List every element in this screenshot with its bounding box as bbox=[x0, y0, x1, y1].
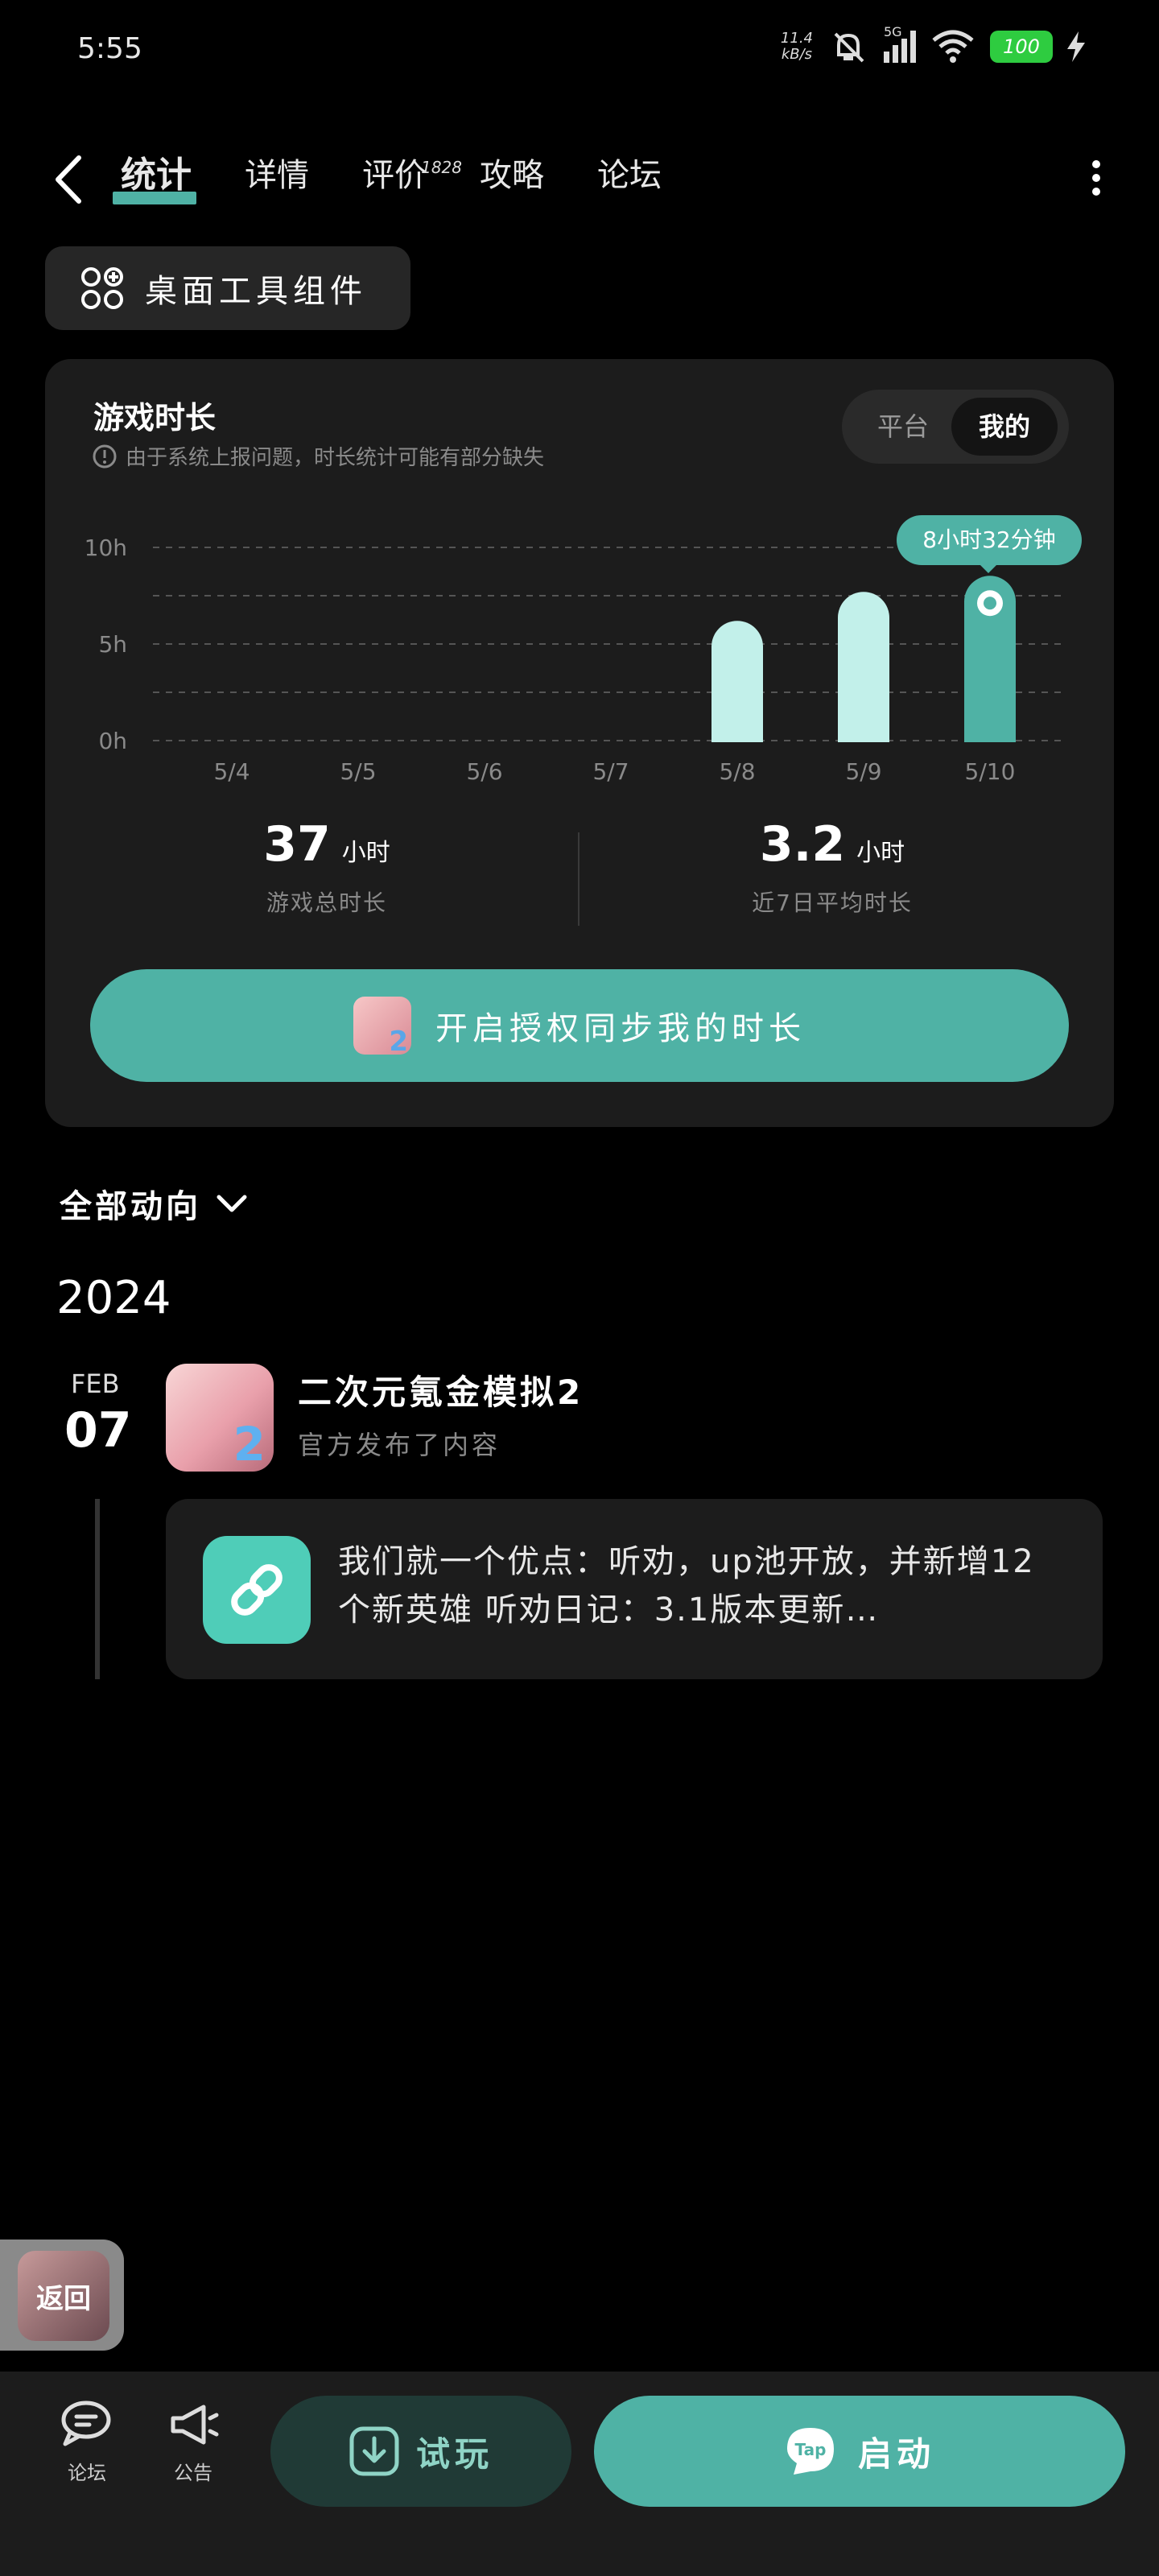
game-app-icon[interactable]: 2 bbox=[166, 1364, 274, 1472]
total-value: 37 bbox=[263, 816, 331, 873]
tap-logo-text: Tap bbox=[795, 2440, 827, 2459]
info-icon bbox=[93, 444, 117, 468]
floating-return-button[interactable]: 返回 bbox=[0, 2240, 124, 2351]
launch-button[interactable]: Tap 启动 bbox=[594, 2396, 1125, 2507]
playtime-title: 游戏时长 bbox=[93, 400, 217, 436]
toggle-platform[interactable]: 平台 bbox=[855, 398, 951, 456]
y-tick-label: 5h bbox=[98, 631, 127, 658]
x-tick-label: 5/4 bbox=[213, 758, 250, 785]
activity-filter-dropdown[interactable]: 全部动向 bbox=[60, 1180, 248, 1227]
link-thumbnail bbox=[203, 1536, 311, 1644]
x-tick-label: 5/7 bbox=[592, 758, 629, 785]
filter-label: 全部动向 bbox=[60, 1188, 201, 1225]
tab-stats[interactable]: 统计 bbox=[113, 151, 196, 204]
widget-grid-icon bbox=[81, 267, 123, 309]
desktop-widget-button[interactable]: 桌面工具组件 bbox=[45, 246, 410, 330]
battery-indicator: 100 bbox=[990, 31, 1053, 63]
tab-label: 攻略 bbox=[480, 157, 544, 194]
post-text: 我们就一个优点：听劝，up池开放，并新增12个新英雄 听劝日记：3.1版本更新… bbox=[338, 1543, 1035, 1629]
sync-button-label: 开启授权同步我的时长 bbox=[435, 1010, 806, 1047]
back-arrow-icon[interactable] bbox=[48, 151, 89, 208]
try-button-label: 试玩 bbox=[415, 2434, 493, 2474]
tab-label: 论坛 bbox=[597, 157, 662, 194]
net-speed-value: 11.4 bbox=[780, 30, 813, 47]
mute-bell-icon bbox=[834, 32, 864, 63]
tab-reviews[interactable]: 评价 1828 bbox=[362, 151, 462, 200]
widget-button-label: 桌面工具组件 bbox=[145, 273, 367, 310]
chart-tooltip: 8小时32分钟 bbox=[897, 515, 1082, 565]
chart-bar-base bbox=[711, 715, 763, 742]
forum-shortcut[interactable]: 论坛 bbox=[47, 2399, 127, 2485]
game-name[interactable]: 二次元氪金模拟2 bbox=[298, 1365, 584, 1414]
network-type: 5G bbox=[884, 24, 902, 39]
selected-marker-center bbox=[984, 597, 996, 610]
tab-label: 统计 bbox=[121, 155, 192, 196]
return-label: 返回 bbox=[36, 2282, 91, 2315]
try-play-button[interactable]: 试玩 bbox=[270, 2396, 571, 2507]
y-tick-label: 0h bbox=[98, 728, 127, 754]
stat-divider bbox=[578, 832, 580, 926]
top-tabs: 统计 详情 评价 1828 攻略 论坛 bbox=[113, 151, 715, 204]
total-playtime: 37 小时 游戏总时长 bbox=[77, 816, 576, 918]
return-thumbnail: 返回 bbox=[18, 2251, 109, 2341]
charging-icon bbox=[1067, 31, 1085, 62]
status-icons: 11.4 kB/s 5G 100 bbox=[781, 24, 1085, 68]
wifi-icon bbox=[932, 30, 974, 63]
tab-label: 详情 bbox=[245, 157, 309, 194]
tab-label: 评价 bbox=[362, 157, 427, 194]
note-text: 由于系统上报问题，时长统计可能有部分缺失 bbox=[126, 446, 545, 470]
net-speed-unit: kB/s bbox=[781, 46, 813, 63]
download-icon bbox=[349, 2426, 399, 2476]
entry-month: FEB bbox=[71, 1368, 120, 1399]
notice-caption: 公告 bbox=[174, 2462, 212, 2484]
activity-year: 2024 bbox=[56, 1272, 171, 1324]
forum-chat-icon bbox=[61, 2401, 111, 2446]
average-playtime: 3.2 小时 近7日平均时长 bbox=[583, 816, 1082, 918]
x-tick-label: 5/8 bbox=[719, 758, 755, 785]
status-time: 5:55 bbox=[77, 32, 142, 65]
launch-button-label: 启动 bbox=[857, 2434, 935, 2474]
forum-caption: 论坛 bbox=[68, 2462, 106, 2484]
chart-bar-base bbox=[838, 715, 889, 742]
signal-icon: 5G bbox=[884, 24, 916, 63]
avg-value: 3.2 bbox=[759, 816, 846, 873]
chevron-down-icon bbox=[217, 1195, 247, 1212]
x-tick-label: 5/6 bbox=[466, 758, 502, 785]
more-options-icon[interactable] bbox=[1088, 158, 1104, 198]
game-avatar-icon bbox=[353, 997, 411, 1055]
avg-unit: 小时 bbox=[856, 839, 905, 867]
tap-logo-icon: Tap bbox=[786, 2428, 834, 2475]
source-toggle: 平台 我的 bbox=[842, 390, 1069, 464]
review-count-badge: 1828 bbox=[421, 158, 462, 177]
avg-label: 近7日平均时长 bbox=[752, 890, 913, 916]
tab-details[interactable]: 详情 bbox=[245, 151, 309, 200]
total-label: 游戏总时长 bbox=[266, 890, 387, 916]
timeline-line bbox=[95, 1499, 100, 1679]
playtime-note: 由于系统上报问题，时长统计可能有部分缺失 bbox=[92, 441, 544, 471]
toggle-mine[interactable]: 我的 bbox=[951, 398, 1058, 456]
net-speed: 11.4 kB/s bbox=[781, 31, 813, 63]
link-icon bbox=[231, 1564, 283, 1616]
tooltip-arrow bbox=[979, 564, 998, 573]
x-tick-label: 5/5 bbox=[340, 758, 376, 785]
sync-playtime-button[interactable]: 开启授权同步我的时长 bbox=[90, 969, 1069, 1082]
notice-shortcut[interactable]: 公告 bbox=[153, 2399, 233, 2485]
y-tick-label: 10h bbox=[85, 535, 127, 561]
entry-subtitle: 官方发布了内容 bbox=[298, 1430, 501, 1460]
tab-forum[interactable]: 论坛 bbox=[597, 151, 662, 200]
tab-guides[interactable]: 攻略 bbox=[480, 151, 544, 200]
x-tick-label: 5/9 bbox=[845, 758, 881, 785]
x-tick-label: 5/10 bbox=[965, 758, 1016, 785]
megaphone-icon bbox=[171, 2405, 219, 2445]
chart-bar-base bbox=[964, 715, 1016, 742]
total-unit: 小时 bbox=[341, 839, 390, 867]
entry-day: 07 bbox=[64, 1402, 132, 1459]
